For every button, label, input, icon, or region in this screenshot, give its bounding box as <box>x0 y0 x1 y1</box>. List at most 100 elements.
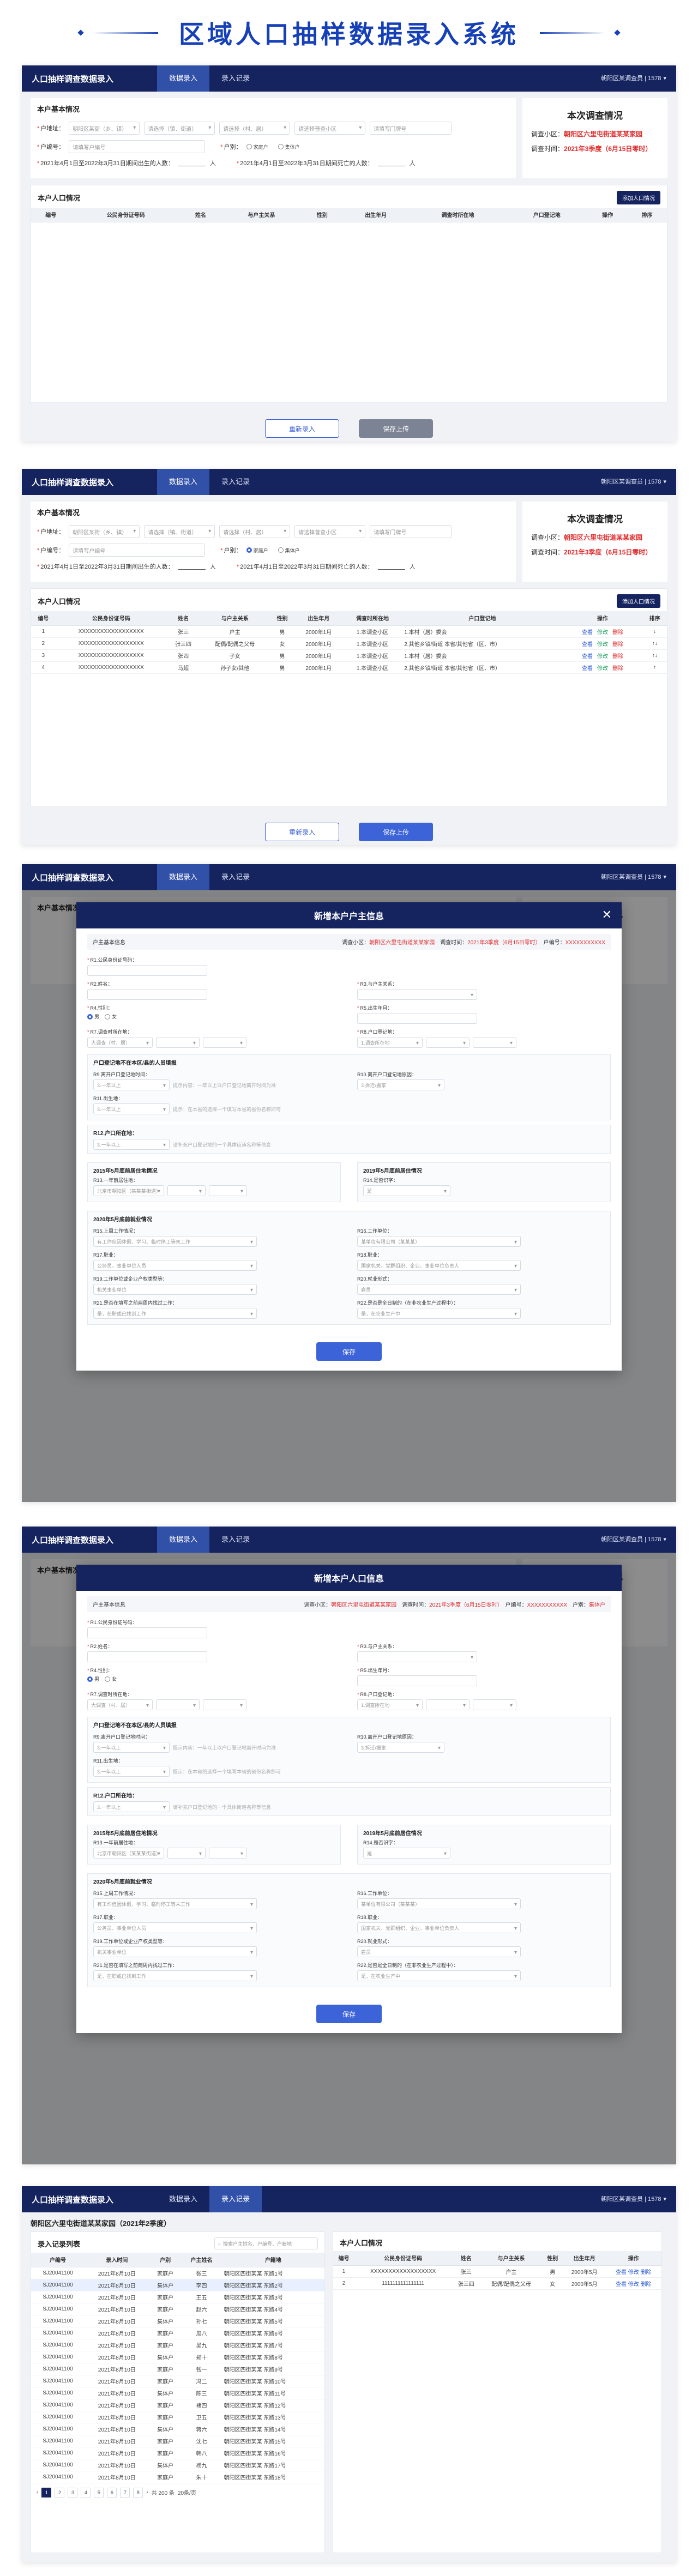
table-row[interactable]: SJ20041100 2021年8月10日 集体户 蒋六 朝阳区四街某某 东路14号 <box>31 2423 324 2435</box>
reg-select-3[interactable] <box>473 1037 516 1048</box>
employer-type-select[interactable]: 机关事业单位 <box>93 1284 257 1295</box>
tab-data-entry[interactable]: 数据录入 <box>157 864 210 890</box>
table-row[interactable]: SJ20041100 2021年8月10日 家庭户 周八 朝阳区四街某某 东路6号 <box>31 2327 324 2339</box>
job-search-select[interactable]: 是，在职或已找到工作 <box>93 1970 257 1981</box>
edit-link[interactable]: 修改 <box>597 666 608 672</box>
type-family-radio[interactable]: 家庭户 <box>246 547 268 554</box>
table-row[interactable]: SJ20041100 2021年8月10日 集体户 李四 朝阳区四街某某 东路2号 <box>31 2279 324 2291</box>
work-status-select[interactable]: 有工作但因休假、学习、临时停工等未工作 <box>93 1236 257 1247</box>
add-member-button[interactable]: 添加人口情况 <box>617 594 660 608</box>
row-actions[interactable]: 查看 修改 删除 <box>605 2265 661 2278</box>
male-radio[interactable]: 男 <box>87 1013 99 1020</box>
reg-detail-select[interactable]: 3.一年以上 <box>93 1801 170 1812</box>
reg-select[interactable]: 1.调查所在地 <box>357 1037 423 1048</box>
user-menu[interactable]: 朝阳区某调查员 | 1578 <box>601 469 666 495</box>
page-button[interactable]: 6 <box>107 2487 117 2497</box>
delete-link[interactable]: 删除 <box>612 666 623 672</box>
modal-save-button[interactable]: 保存 <box>316 1342 382 1361</box>
save-upload-button[interactable]: 保存上传 <box>359 823 433 841</box>
page-button[interactable]: 3 <box>68 2487 78 2497</box>
district-select[interactable]: 朝阳区某街（乡、镇） <box>69 525 140 538</box>
leave-reason-select[interactable]: 3.拆迁/搬家 <box>357 1742 444 1753</box>
native-select[interactable]: 3.一年以上 <box>93 1766 170 1777</box>
loc-select-2[interactable] <box>156 1037 200 1048</box>
sort-icon[interactable]: ↑↓ <box>642 649 667 662</box>
table-row[interactable]: SJ20041100 2021年8月10日 家庭户 褚四 朝阳区四街某某 东路12号 <box>31 2399 324 2411</box>
reg-select-2[interactable] <box>426 1037 470 1048</box>
village-select[interactable]: 请选择（村、居） <box>219 122 291 135</box>
household-code-input[interactable]: 请填写户编号 <box>69 544 206 557</box>
occupation-select[interactable]: 公务员、事业单位人员 <box>93 1922 257 1933</box>
relation-select[interactable] <box>357 989 477 1000</box>
village-select[interactable]: 请选择（村、居） <box>219 525 291 538</box>
tab-data-entry[interactable]: 数据录入 <box>157 2186 209 2212</box>
edit-link[interactable]: 修改 <box>597 654 608 660</box>
table-row[interactable]: SJ20041100 2021年8月10日 集体户 孙七 朝阳区四街某某 东路5号 <box>31 2315 324 2327</box>
page-button[interactable]: 8 <box>133 2487 143 2497</box>
district-select[interactable]: 朝阳区某街（乡、镇） <box>69 122 140 135</box>
reg-select-3[interactable] <box>473 1699 516 1710</box>
full-time-select[interactable]: 是，在农业生产中 <box>357 1970 521 1981</box>
tab-records[interactable]: 录入记录 <box>209 2186 262 2212</box>
tab-records[interactable]: 录入记录 <box>209 65 262 92</box>
sort-icon[interactable]: ↑ <box>642 661 667 674</box>
loc-select-3[interactable] <box>203 1037 246 1048</box>
user-menu[interactable]: 朝阳区某调查员 | 1578 <box>601 864 666 890</box>
employment-form-select[interactable]: 雇员 <box>357 1284 521 1295</box>
page-button[interactable]: 2 <box>55 2487 65 2497</box>
tab-data-entry[interactable]: 数据录入 <box>157 469 210 495</box>
page-button[interactable]: 5 <box>94 2487 104 2497</box>
edit-link[interactable]: 修改 <box>597 642 608 648</box>
view-link[interactable]: 查看 <box>582 654 593 660</box>
male-radio[interactable]: 男 <box>87 1675 99 1682</box>
deaths-input[interactable] <box>377 563 405 570</box>
table-row[interactable]: SJ20041100 2021年8月10日 家庭户 张三 朝阳区四街某某 东路1号 <box>31 2267 324 2279</box>
residence-2015-select-2[interactable] <box>167 1185 206 1196</box>
page-button[interactable]: 1 <box>41 2487 52 2497</box>
door-number-input[interactable]: 请填写门牌号 <box>370 525 452 538</box>
birth-date-input[interactable] <box>357 1013 477 1024</box>
table-row[interactable]: SJ20041100 2021年8月10日 集体户 陈三 朝阳区四街某某 东路11号 <box>31 2387 324 2399</box>
per-page-select[interactable]: 20条/页 <box>178 2488 196 2496</box>
street-select[interactable]: 请选择（镇、街道） <box>144 122 215 135</box>
census-area-select[interactable]: 请选择普查小区 <box>294 122 366 135</box>
job-search-select[interactable]: 是，在职或已找到工作 <box>93 1308 257 1319</box>
row-actions[interactable]: 查看 修改 删除 <box>605 2277 661 2290</box>
loc-select-2[interactable] <box>156 1699 200 1710</box>
next-page-icon[interactable]: › <box>146 2489 148 2495</box>
employment-form-select[interactable]: 雇员 <box>357 1946 521 1957</box>
deaths-input[interactable] <box>377 160 405 166</box>
reg-select-2[interactable] <box>426 1699 470 1710</box>
female-radio[interactable]: 女 <box>105 1013 117 1020</box>
employer-select[interactable]: 某单位有限公司（某某某） <box>357 1898 521 1909</box>
employer-type-select[interactable]: 机关事业单位 <box>93 1946 257 1957</box>
add-member-button[interactable]: 添加人口情况 <box>617 191 660 204</box>
delete-link[interactable]: 删除 <box>612 630 623 636</box>
sort-icon[interactable]: ↑↓ <box>642 637 667 650</box>
table-row[interactable]: SJ20041100 2021年8月10日 家庭户 沈七 朝阳区四街某某 东路15号 <box>31 2435 324 2447</box>
street-select[interactable]: 请选择（镇、街道） <box>144 525 215 538</box>
table-row[interactable]: SJ20041100 2021年8月10日 家庭户 钱一 朝阳区四街某某 东路9号 <box>31 2363 324 2375</box>
view-link[interactable]: 查看 <box>582 630 593 636</box>
id-number-input[interactable] <box>87 1627 207 1638</box>
prev-page-icon[interactable]: ‹ <box>37 2489 38 2495</box>
reset-button[interactable]: 重新录入 <box>265 823 339 841</box>
female-radio[interactable]: 女 <box>105 1675 117 1682</box>
table-row[interactable]: SJ20041100 2021年8月10日 家庭户 朱十 朝阳区四街某某 东路18号 <box>31 2471 324 2483</box>
table-row[interactable]: SJ20041100 2021年8月10日 家庭户 韩八 朝阳区四街某某 东路16号 <box>31 2447 324 2459</box>
household-code-input[interactable]: 请填写户编号 <box>69 140 206 153</box>
residence-2015-select[interactable]: 北京市朝阳区（某某某街道） <box>93 1185 164 1196</box>
edit-link[interactable]: 修改 <box>597 630 608 636</box>
close-icon[interactable]: ✕ <box>602 908 612 922</box>
delete-link[interactable]: 删除 <box>612 654 623 660</box>
modal-save-button[interactable]: 保存 <box>316 2005 382 2023</box>
occupation-2-select[interactable]: 国家机关、党群组织、企业、事业单位负责人 <box>357 1260 521 1271</box>
table-row[interactable]: SJ20041100 2021年8月10日 家庭户 冯二 朝阳区四街某某 东路10号 <box>31 2375 324 2387</box>
table-row[interactable]: SJ20041100 2021年8月10日 家庭户 王五 朝阳区四街某某 东路3号 <box>31 2291 324 2303</box>
occupation-2-select[interactable]: 国家机关、党群组织、企业、事业单位负责人 <box>357 1922 521 1933</box>
occupation-select[interactable]: 公务员、事业单位人员 <box>93 1260 257 1271</box>
literacy-select[interactable]: 是 <box>363 1848 450 1859</box>
leave-time-select[interactable]: 3.一年以上 <box>93 1742 170 1753</box>
relation-select[interactable] <box>357 1651 477 1662</box>
delete-link[interactable]: 删除 <box>612 642 623 648</box>
